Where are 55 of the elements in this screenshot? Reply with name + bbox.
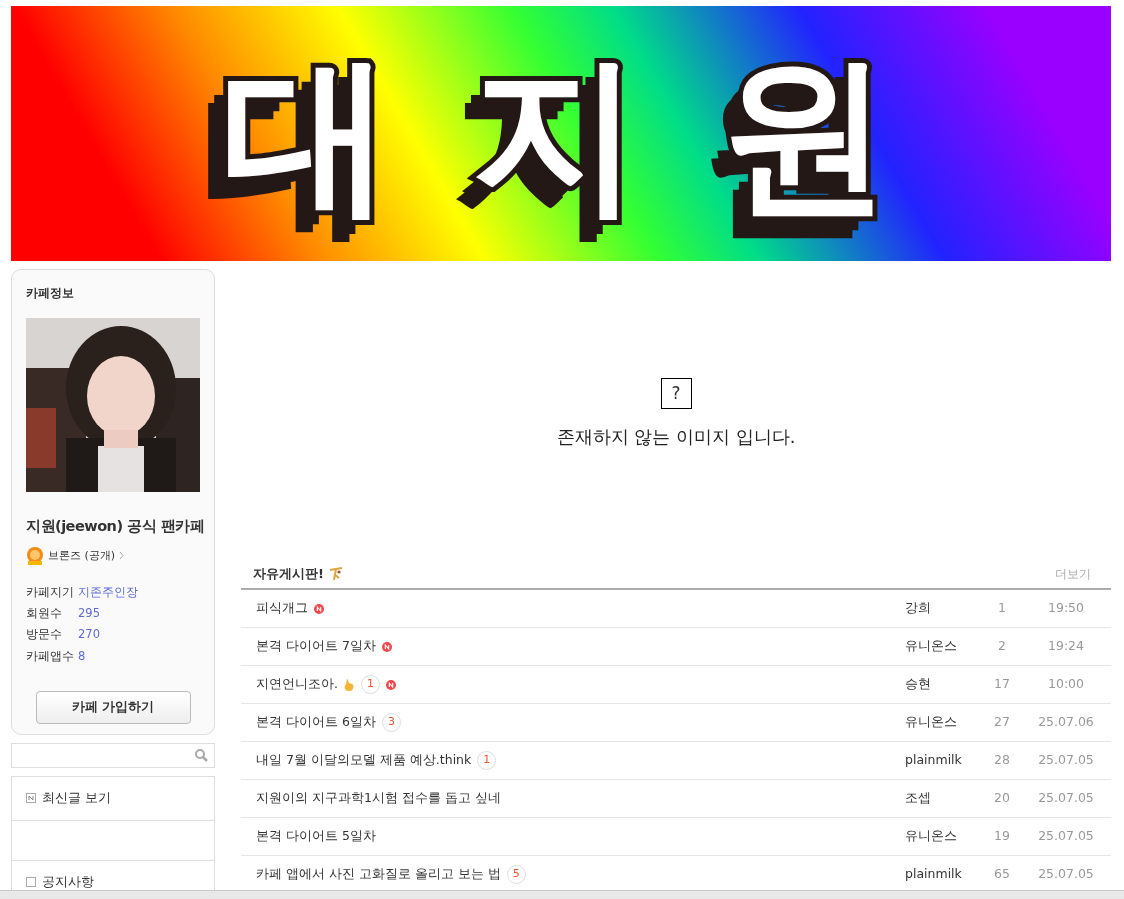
post-title[interactable]: 본격 다이어트 6일차 xyxy=(256,713,376,732)
author-name[interactable]: plainmilk xyxy=(905,751,983,770)
post-title[interactable]: 지연언니조아. xyxy=(256,675,338,694)
post-title[interactable]: 본격 다이어트 7일차 xyxy=(256,637,376,656)
stat-value: 270 xyxy=(77,626,101,644)
post-title[interactable]: 본격 다이어트 5일차 xyxy=(256,827,376,846)
post-date: 25.07.06 xyxy=(1037,713,1095,732)
search-icon[interactable] xyxy=(195,748,208,762)
stat-label: 회원수 xyxy=(26,605,63,622)
menu-item[interactable]: 최신글 보기 xyxy=(12,776,214,821)
search-field[interactable] xyxy=(11,742,215,768)
author-name[interactable]: 유니온스 xyxy=(905,637,983,656)
join-button[interactable]: 카페 가입하기 xyxy=(35,690,191,724)
new-icon xyxy=(26,793,36,803)
stat-label: 카페지기 xyxy=(26,583,74,601)
view-count: 20 xyxy=(993,789,1011,808)
post-title[interactable]: 지원이의 지구과학1시험 접수를 돕고 싶네 xyxy=(256,789,501,808)
panel-heading: 카페정보 xyxy=(26,285,75,302)
post-date: 25.07.05 xyxy=(1037,827,1095,846)
post-date: 10:00 xyxy=(1047,675,1085,694)
medal-icon xyxy=(26,545,44,566)
author-name[interactable]: 유니온스 xyxy=(905,827,983,846)
post-date: 19:50 xyxy=(1047,599,1085,618)
stat-value: 295 xyxy=(77,605,101,622)
view-count: 19 xyxy=(993,827,1011,846)
post-date: 25.07.05 xyxy=(1037,789,1095,808)
author-name[interactable]: plainmilk xyxy=(905,865,983,884)
broken-image-icon: ? xyxy=(660,378,692,409)
post-title[interactable]: 카페 앱에서 사진 고화질로 올리고 보는 법 xyxy=(256,865,501,884)
view-count: 17 xyxy=(993,675,1011,694)
author-name[interactable]: 강희 xyxy=(905,599,983,618)
stat-label: 방문수 xyxy=(26,626,63,644)
post-date: 25.07.05 xyxy=(1037,865,1095,884)
stat-value: 8 xyxy=(74,645,138,667)
view-count: 28 xyxy=(993,751,1011,770)
menu-label[interactable]: 최신글 보기 xyxy=(42,788,112,808)
author-name[interactable]: 조셉 xyxy=(905,789,983,808)
post-date: 25.07.05 xyxy=(1037,751,1095,770)
post-title[interactable]: 내일 7월 이달의모델 제품 예상.think xyxy=(256,751,472,770)
grade-link[interactable]: 브론즈 (공개) xyxy=(48,547,116,564)
stat-label: 카페앱수 xyxy=(26,647,74,665)
error-message: 존재하지 않는 이미지 입니다. xyxy=(556,425,796,449)
view-count: 2 xyxy=(997,637,1007,656)
stat-value: 지존주인장 xyxy=(77,583,138,601)
notice-icon xyxy=(26,877,36,887)
menu-label[interactable]: 공지사항 xyxy=(42,872,94,892)
view-count: 27 xyxy=(993,713,1011,732)
author-name[interactable]: 승현 xyxy=(905,675,983,694)
chevron-right-icon xyxy=(119,551,125,561)
view-count: 65 xyxy=(993,865,1011,884)
board-title[interactable]: 자유게시판! xyxy=(253,563,324,584)
author-name[interactable]: 유니온스 xyxy=(905,713,983,732)
post-title[interactable]: 피식개그 xyxy=(256,599,308,618)
view-count: 1 xyxy=(997,599,1007,618)
post-date: 19:24 xyxy=(1047,637,1085,656)
